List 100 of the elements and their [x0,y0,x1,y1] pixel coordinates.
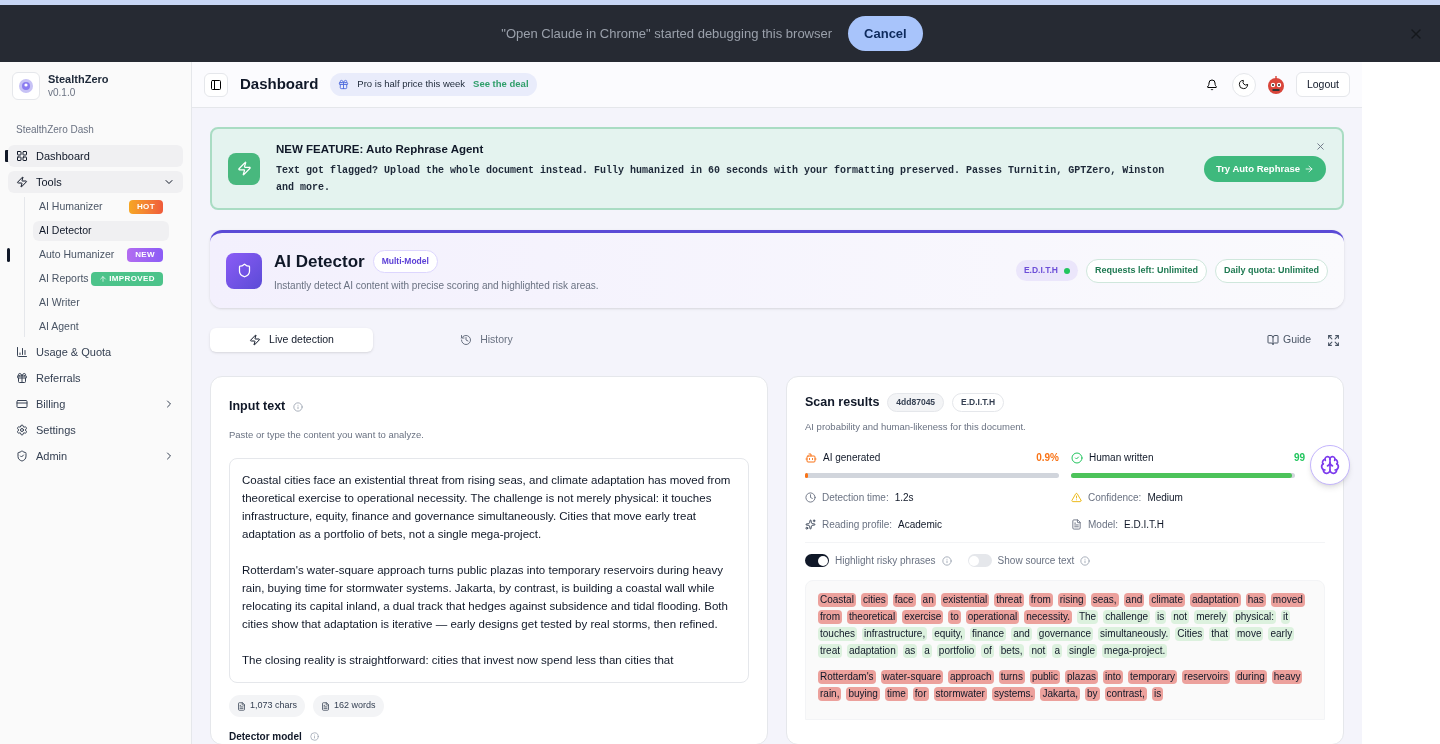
card-subtitle: AI probability and human-likeness for this document. [805,420,1027,434]
app-name: StealthZero [48,72,109,87]
meter-label: Human written [1089,451,1154,466]
risky-word: theoretical [847,610,898,625]
risky-word: heavy [1271,670,1303,685]
fullscreen-button[interactable] [1327,333,1340,347]
safe-word: it [1281,610,1291,625]
status-badge: NEW [127,248,163,262]
risky-word: buying [846,687,880,702]
stat-chip: 162 words [313,695,384,717]
card-title: Input text [229,398,286,416]
nav-subitem[interactable]: AI Detector [33,221,169,241]
safe-word: portfolio [936,644,977,659]
document-icon [1071,519,1082,531]
book-icon [1266,334,1279,347]
risky-word: existential [940,593,990,608]
debug-message: "Open Claude in Chrome" started debugging this browser [501,24,833,43]
safe-word: single [1066,644,1098,659]
fact-value: Medium [1147,491,1183,506]
arrow-right-icon [1304,163,1314,174]
close-icon[interactable] [1315,141,1326,152]
section-label: StealthZero Dash [15,123,95,137]
risky-word: during [1235,670,1267,685]
logout-button[interactable]: Logout [1295,71,1350,98]
risky-word: exercise [902,610,944,625]
settings-icon [16,424,28,436]
risky-word: contrast, [1104,687,1147,702]
risky-word: approach [947,670,994,685]
lightning-icon [16,176,28,188]
safe-word: and [1011,627,1032,642]
guide-button[interactable]: Guide [1266,332,1311,349]
nav-item[interactable]: Dashboard [8,145,183,167]
card-title: Scan results [805,394,880,412]
safe-word: a [922,644,932,659]
nav-item[interactable]: Settings [8,419,183,441]
theme-button[interactable] [1231,72,1256,97]
safe-word: adaptation [847,644,898,659]
nav-subitem[interactable]: Auto Humanizer NEW [33,245,169,265]
result-chip: 4dd87045 [887,393,945,412]
risky-word: seas, [1090,593,1119,608]
toggle-switch[interactable] [967,554,992,568]
model-chip: E.D.I.T.H [1015,260,1078,282]
card-icon [16,398,28,410]
moon-icon [1238,79,1250,90]
risky-word: plazas [1065,670,1098,685]
risky-word: Rotterdam's [818,670,876,685]
risky-word: to [948,610,961,625]
safe-word: is [1155,610,1167,625]
gift-icon [16,372,28,384]
panel-icon [210,78,222,91]
nav-item[interactable]: Usage & Quota [8,341,183,363]
info-icon [293,401,304,412]
safe-word: physical: [1233,610,1277,625]
tool-title: AI Detector [274,250,365,273]
nav-item[interactable]: Tools [8,171,183,193]
risky-word: threat [994,593,1024,608]
grid-icon [16,150,28,162]
quota-chip: Requests left: Unlimited [1085,259,1207,283]
promo-text: Pro is half price this week [357,77,466,92]
risky-word: rising [1057,593,1086,608]
risky-word: adaptation [1189,593,1241,608]
risky-word: systems. [991,687,1036,702]
bar-chart-icon [16,346,28,358]
nav-subitem[interactable]: AI Reports IMPROVED [33,269,169,289]
history-icon [460,334,473,347]
nav-subitem[interactable]: AI Agent [33,317,169,337]
safe-word: mega-project. [1102,644,1168,659]
cancel-button[interactable]: Cancel [848,15,923,52]
risky-word: Jakarta, [1040,687,1080,702]
nav-subitem[interactable]: AI Humanizer HOT [33,197,169,217]
risky-word: is [1151,687,1164,702]
risky-word: by [1085,687,1100,702]
nav-item[interactable]: Admin [8,445,183,467]
tab[interactable]: Live detection [210,328,373,353]
sidebar-toggle-button[interactable] [204,72,228,97]
risky-word: face [892,593,916,608]
brain-button[interactable] [1310,445,1350,486]
risky-word: turns [998,670,1025,685]
info-icon [1080,555,1091,566]
risky-word: operational [965,610,1020,625]
nav-subitem[interactable]: AI Writer [33,293,169,313]
tool-subtitle: Instantly detect AI content with precise scoring and highlighted risk areas. [274,279,599,293]
nav-item[interactable]: Billing [8,393,183,415]
card-subtitle: Paste or type the content you want to analyze. [229,428,425,442]
tool-tag: Multi-Model [372,249,438,273]
tab[interactable]: History [405,328,568,353]
risky-word: reservoirs [1182,670,1230,685]
meter-reading: 99 [1293,451,1305,466]
risky-word: water-square [880,670,943,685]
fact-value: Academic [898,518,942,533]
page-title: Dashboard [240,74,319,95]
risky-word: public [1029,670,1061,685]
warning-icon [1071,492,1082,504]
result-chip: E.D.I.T.H [952,393,1005,412]
toggle-switch[interactable] [805,554,829,568]
info-icon [309,731,319,741]
nav-item[interactable]: Referrals [8,367,183,389]
text-input-field[interactable]: Coastal cities face an existential threat from rising seas, and climate adaptation has moved from theoretical exercise to operational necessity. The challenge is not merely physical: it touches infrastructure, equity, finance and governance simultaneously. Cities that move early treat adaptation as a portfolio of bets, not a single mega-project. Rotterdam's water-square approach turns public plazas into temporary reservoirs during heavy rain, buying time for stormwater systems. Jakarta, by contrast, is building a coastal wall while relocating its capital inland, a dual track that hedges against subsidence and tidal flooding. Both cities show that adaptation is iterative — early designs get tested by real storms, then refined. The closing reality is straightforward: cities that invest now spend less than cities that [229,458,749,684]
risky-word: and [1123,593,1145,608]
banner-text: Text got flagged? Upload the whole document instead. Fully humanized in 60 seconds with your formatting preserved. Passes Turnitin, GPTZero, Winston and more. [276,164,1166,196]
